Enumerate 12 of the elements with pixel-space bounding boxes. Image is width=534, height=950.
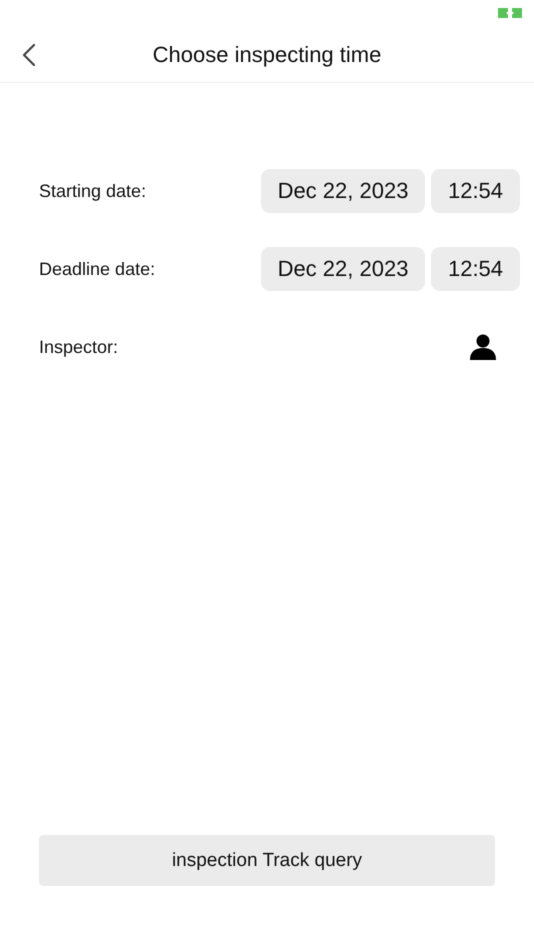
- field-label: Inspector:: [39, 336, 118, 358]
- date-picker[interactable]: Dec 22, 2023: [261, 169, 425, 213]
- screen-title: Choose inspecting time: [152, 42, 382, 68]
- field-label: Deadline date:: [39, 258, 156, 280]
- back-icon[interactable]: [22, 43, 36, 67]
- status-icon: [498, 8, 522, 18]
- time-picker[interactable]: 12:54: [431, 247, 520, 291]
- person-icon[interactable]: [470, 334, 496, 360]
- time-picker[interactable]: 12:54: [431, 169, 520, 213]
- field-label: Starting date:: [39, 180, 146, 202]
- date-picker[interactable]: Dec 22, 2023: [261, 247, 425, 291]
- query-button[interactable]: inspection Track query: [39, 835, 495, 886]
